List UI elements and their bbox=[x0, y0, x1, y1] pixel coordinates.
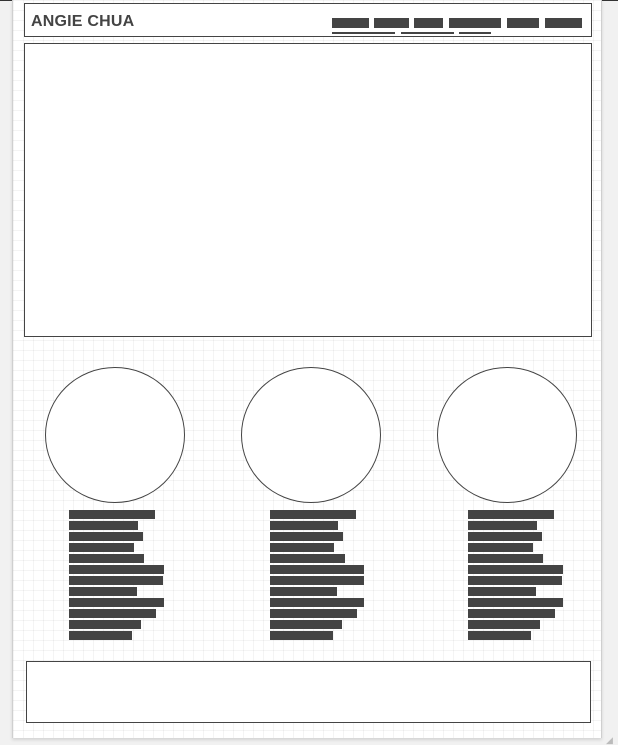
text-line bbox=[270, 609, 357, 618]
resize-grip-icon[interactable]: ◢ bbox=[606, 736, 616, 745]
text-line bbox=[270, 543, 334, 552]
site-logo[interactable]: ANGIE CHUA bbox=[31, 13, 134, 31]
nav-item-3[interactable] bbox=[414, 18, 443, 28]
nav-underline-2 bbox=[401, 32, 454, 34]
text-line bbox=[270, 620, 342, 629]
feature-image-3 bbox=[437, 367, 577, 503]
text-line bbox=[69, 576, 163, 585]
text-line bbox=[69, 620, 141, 629]
text-line bbox=[270, 554, 345, 563]
text-line bbox=[270, 510, 356, 519]
text-line bbox=[468, 510, 554, 519]
text-line bbox=[69, 510, 155, 519]
text-line bbox=[69, 598, 164, 607]
text-line bbox=[468, 620, 540, 629]
text-line bbox=[468, 587, 536, 596]
text-line bbox=[69, 521, 138, 530]
text-line bbox=[69, 554, 144, 563]
feature-text-3 bbox=[468, 510, 563, 642]
text-line bbox=[468, 532, 542, 541]
text-line bbox=[69, 565, 164, 574]
text-line bbox=[270, 521, 338, 530]
text-line bbox=[69, 587, 137, 596]
text-line bbox=[69, 609, 156, 618]
text-line bbox=[69, 532, 143, 541]
hero-image-placeholder bbox=[24, 43, 592, 337]
feature-image-2 bbox=[241, 367, 381, 503]
text-line bbox=[468, 609, 555, 618]
text-line bbox=[468, 521, 537, 530]
text-line bbox=[468, 543, 533, 552]
nav-item-1[interactable] bbox=[332, 18, 369, 28]
text-line bbox=[270, 532, 343, 541]
nav-underline-1 bbox=[332, 32, 395, 34]
text-line bbox=[468, 598, 563, 607]
text-line bbox=[468, 576, 562, 585]
text-line bbox=[270, 598, 364, 607]
nav-item-5[interactable] bbox=[507, 18, 539, 28]
text-line bbox=[468, 554, 543, 563]
text-line bbox=[69, 631, 132, 640]
text-line bbox=[270, 576, 364, 585]
site-footer bbox=[26, 661, 591, 723]
text-line bbox=[69, 543, 134, 552]
text-line bbox=[270, 631, 333, 640]
text-line bbox=[468, 631, 531, 640]
nav-underline-3 bbox=[459, 32, 491, 34]
text-line bbox=[468, 565, 563, 574]
feature-text-1 bbox=[69, 510, 164, 642]
feature-text-2 bbox=[270, 510, 364, 642]
feature-image-1 bbox=[45, 367, 185, 503]
nav-item-2[interactable] bbox=[374, 18, 409, 28]
nav-item-4[interactable] bbox=[449, 18, 501, 28]
nav-item-6[interactable] bbox=[545, 18, 582, 28]
text-line bbox=[270, 587, 337, 596]
text-line bbox=[270, 565, 364, 574]
